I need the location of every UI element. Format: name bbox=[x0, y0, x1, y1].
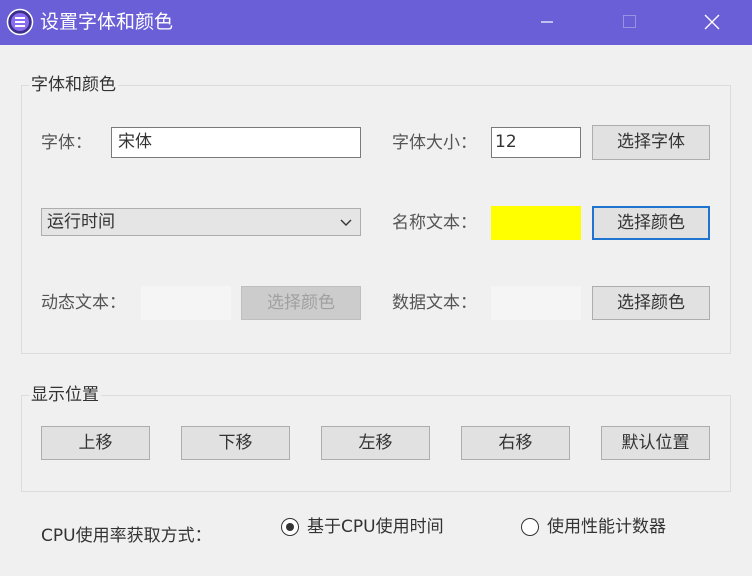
radio-cpu-time[interactable]: 基于CPU使用时间 bbox=[281, 516, 481, 540]
radio-cpu-time-circle[interactable] bbox=[281, 518, 299, 536]
radio-selected-dot bbox=[286, 523, 294, 531]
default-position-button[interactable]: 默认位置 bbox=[601, 426, 710, 460]
font-size-label: 字体大小： bbox=[392, 133, 477, 153]
data-choose-color-button[interactable]: 选择颜色 bbox=[592, 286, 710, 320]
font-label: 字体： bbox=[41, 133, 92, 153]
title-bar: 设置字体和颜色 bbox=[0, 0, 752, 45]
radio-cpu-time-label: 基于CPU使用时间 bbox=[307, 517, 444, 537]
cpu-usage-label: CPU使用率获取方式： bbox=[41, 526, 212, 546]
maximize-button[interactable] bbox=[602, 0, 658, 45]
move-up-button[interactable]: 上移 bbox=[41, 426, 150, 460]
move-right-button[interactable]: 右移 bbox=[461, 426, 570, 460]
window-title: 设置字体和颜色 bbox=[40, 11, 174, 33]
dynamic-choose-color-button: 选择颜色 bbox=[241, 286, 361, 320]
choose-font-button[interactable]: 选择字体 bbox=[592, 125, 710, 160]
app-icon bbox=[6, 8, 34, 36]
maximize-icon bbox=[623, 15, 636, 28]
name-text-label: 名称文本： bbox=[392, 213, 477, 233]
dynamic-text-color-swatch[interactable] bbox=[141, 286, 231, 320]
position-group-title: 显示位置 bbox=[29, 384, 101, 406]
font-size-field[interactable]: 12 bbox=[491, 127, 581, 158]
data-text-label: 数据文本： bbox=[392, 293, 477, 313]
close-icon bbox=[704, 14, 720, 30]
move-left-button[interactable]: 左移 bbox=[321, 426, 430, 460]
minimize-button[interactable] bbox=[520, 0, 576, 45]
item-select-dropdown[interactable]: 运行时间 bbox=[41, 208, 361, 236]
radio-perf-counter-label: 使用性能计数器 bbox=[547, 517, 666, 537]
name-choose-color-button[interactable]: 选择颜色 bbox=[592, 206, 710, 240]
move-down-button[interactable]: 下移 bbox=[181, 426, 290, 460]
radio-perf-counter[interactable]: 使用性能计数器 bbox=[521, 516, 711, 540]
minimize-icon bbox=[541, 21, 553, 23]
item-select-value: 运行时间 bbox=[47, 212, 115, 232]
radio-perf-counter-circle[interactable] bbox=[521, 518, 539, 536]
font-name-field[interactable]: 宋体 bbox=[111, 127, 361, 158]
close-button[interactable] bbox=[684, 0, 740, 45]
name-text-color-swatch[interactable] bbox=[491, 206, 581, 240]
data-text-color-swatch[interactable] bbox=[491, 286, 581, 320]
font-color-group-title: 字体和颜色 bbox=[29, 74, 118, 96]
dynamic-text-label: 动态文本： bbox=[41, 293, 126, 313]
chevron-down-icon bbox=[340, 219, 352, 226]
